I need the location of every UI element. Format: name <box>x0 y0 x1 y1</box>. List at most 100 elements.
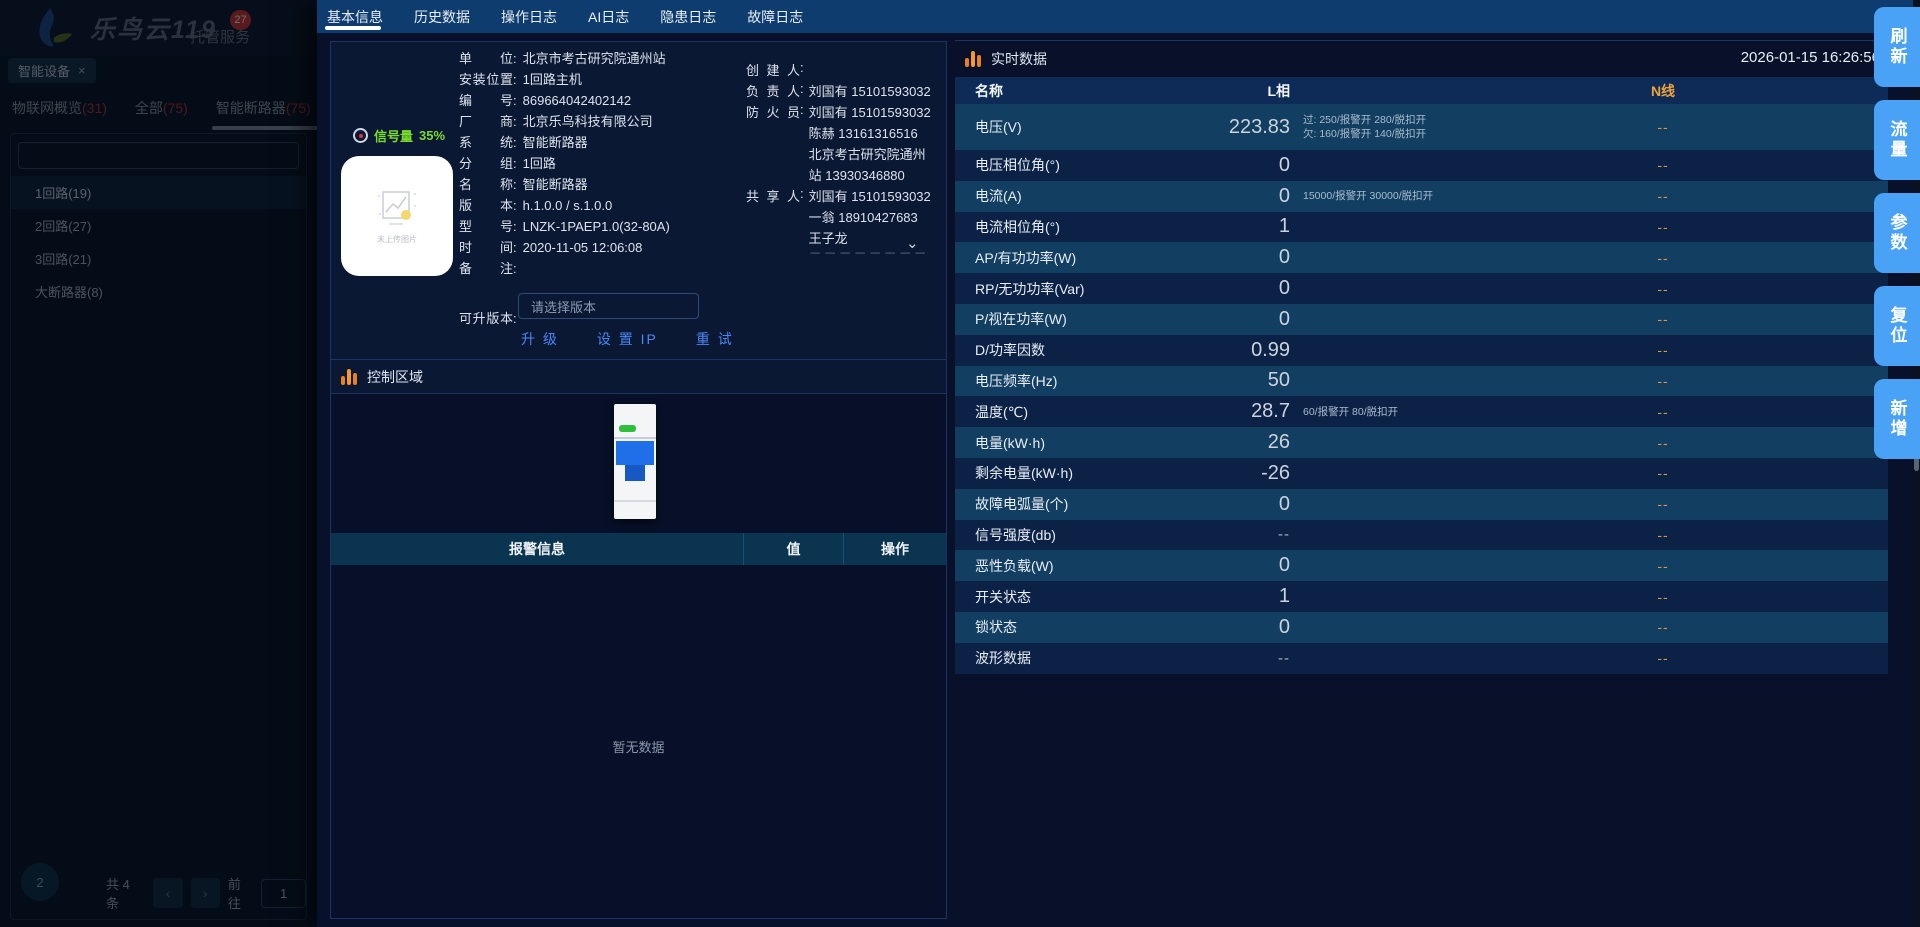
realtime-row: 电压频率(Hz)50-- <box>955 366 1888 397</box>
device-field-row: 型号:LNZK-1PAEP1.0(32-80A) <box>459 216 739 237</box>
side-button-复位[interactable]: 复位 <box>1874 286 1920 366</box>
breaker-switch-image[interactable] <box>614 404 656 519</box>
side-button-流量[interactable]: 流量 <box>1874 100 1920 180</box>
metric-value-l: 26 <box>1195 431 1290 454</box>
signal-label: 信号量 <box>374 126 413 145</box>
breaker-handle <box>616 441 654 465</box>
person-label: 共享人 <box>746 186 800 259</box>
metric-value-n: -- <box>1513 619 1813 635</box>
realtime-row: AP/有功功率(W)0-- <box>955 242 1888 273</box>
realtime-row: 锁状态0-- <box>955 612 1888 643</box>
person-lines: 刘国有 15101593032陈赫 13161316516北京考古研究院通州站 … <box>809 102 933 186</box>
realtime-row: 开关状态1-- <box>955 581 1888 612</box>
side-button-参数[interactable]: 参数 <box>1874 193 1920 273</box>
people-column: 创建人: 负责人:刘国有 15101593032防火员:刘国有 15101593… <box>746 60 946 259</box>
field-value: 智能断路器 <box>523 132 588 153</box>
field-label: 型号 <box>459 216 513 237</box>
action-link-button[interactable]: 重 试 <box>696 329 734 349</box>
metric-thresholds: 60/报警开 80/脱扣开 <box>1290 405 1513 419</box>
realtime-timestamp: 2026-01-15 16:26:56 <box>1741 49 1880 66</box>
drawer-tab-隐患日志[interactable]: 隐患日志 <box>658 0 718 33</box>
drawer-tab-历史数据[interactable]: 历史数据 <box>412 0 472 33</box>
field-value: 智能断路器 <box>523 174 588 195</box>
realtime-column-headers: 名称 L相 N线 <box>955 77 1888 104</box>
metric-value-l: 0.99 <box>1195 339 1290 362</box>
metric-name: 恶性负载(W) <box>955 556 1195 576</box>
metric-value-l: 1 <box>1195 585 1290 608</box>
metric-name: 波形数据 <box>955 648 1195 668</box>
side-button-label: 刷新 <box>1890 27 1908 67</box>
drawer-tab-操作日志[interactable]: 操作日志 <box>499 0 559 33</box>
metric-value-l: 0 <box>1195 185 1290 208</box>
metric-value-l: 28.7 <box>1195 400 1290 423</box>
metric-value-l: 0 <box>1195 493 1290 516</box>
control-section-title: 控制区域 <box>367 367 423 387</box>
drawer-tab-故障日志[interactable]: 故障日志 <box>745 0 805 33</box>
version-select[interactable]: 请选择版本 <box>518 293 699 319</box>
realtime-row: RP/无功功率(Var)0-- <box>955 273 1888 304</box>
threshold-line: 过: 250/报警开 280/脱扣开 <box>1303 113 1513 127</box>
side-button-label: 参数 <box>1890 213 1908 253</box>
device-fields: 单位:北京市考古研究院通州站安装位置:1回路主机编号:8696640424021… <box>459 48 739 279</box>
drawer-tab-AI日志[interactable]: AI日志 <box>586 0 631 33</box>
device-field-row: 分组:1回路 <box>459 153 739 174</box>
realtime-row: 温度(℃)28.760/报警开 80/脱扣开-- <box>955 396 1888 427</box>
metric-value-l: 0 <box>1195 308 1290 331</box>
field-label: 分组 <box>459 153 513 174</box>
device-field-row: 时间:2020-11-05 12:06:08 <box>459 237 739 258</box>
threshold-line: 欠: 160/报警开 140/脱扣开 <box>1303 127 1513 141</box>
side-button-label: 新增 <box>1890 399 1908 439</box>
realtime-row: 故障电弧量(个)0-- <box>955 489 1888 520</box>
signal-strength: 信号量 35% <box>353 126 445 145</box>
metric-value-l: 0 <box>1195 154 1290 177</box>
person-lines: 刘国有 15101593032 <box>809 81 933 102</box>
field-label: 版本 <box>459 195 513 216</box>
device-field-row: 单位:北京市考古研究院通州站 <box>459 48 739 69</box>
metric-value-n: -- <box>1513 342 1813 358</box>
person-line: 刘国有 15101593032 <box>809 102 933 123</box>
realtime-row: 恶性负载(W)0-- <box>955 550 1888 581</box>
drawer-tab-基本信息[interactable]: 基本信息 <box>325 0 385 33</box>
metric-name: 电压相位角(°) <box>955 155 1195 175</box>
side-button-刷新[interactable]: 刷新 <box>1874 7 1920 87</box>
person-lines <box>809 60 933 81</box>
field-value: h.1.0.0 / s.1.0.0 <box>523 195 613 216</box>
field-value: 1回路主机 <box>523 69 582 90</box>
action-link-button[interactable]: 设 置 IP <box>597 329 658 349</box>
realtime-row: 波形数据---- <box>955 643 1888 674</box>
metric-value-l: 0 <box>1195 616 1290 639</box>
metric-name: 温度(℃) <box>955 402 1195 422</box>
device-field-row: 安装位置:1回路主机 <box>459 69 739 90</box>
metric-value-n: -- <box>1513 373 1813 389</box>
action-link-button[interactable]: 升 级 <box>521 329 559 349</box>
metric-thresholds: 15000/报警开 30000/脱扣开 <box>1290 189 1513 203</box>
person-label: 防火员 <box>746 102 800 186</box>
side-button-label: 流量 <box>1890 120 1908 160</box>
realtime-row: 电压相位角(°)0-- <box>955 150 1888 181</box>
metric-value-l: 50 <box>1195 369 1290 392</box>
version-select-placeholder: 请选择版本 <box>531 297 596 316</box>
metric-value-l: -26 <box>1195 462 1290 485</box>
device-info-card: 信号量 35% 未上传图片 单位:北京市考古研究院通州站安装位置:1回路主机编号… <box>330 41 947 919</box>
metric-name: RP/无功功率(Var) <box>955 279 1195 299</box>
metric-name: 电压(V) <box>955 117 1195 137</box>
person-row: 防火员:刘国有 15101593032陈赫 13161316516北京考古研究院… <box>746 102 946 186</box>
alarm-header-cell: 报警信息 <box>331 533 744 565</box>
metric-name: AP/有功功率(W) <box>955 248 1195 268</box>
metric-value-n: -- <box>1513 119 1813 135</box>
side-button-新增[interactable]: 新增 <box>1874 379 1920 459</box>
metric-value-l: 0 <box>1195 277 1290 300</box>
alarm-table-body: 暂无数据 <box>331 565 946 918</box>
upgrade-actions: 升 级 设 置 IP 重 试 <box>521 329 734 349</box>
alarm-table-header: 报警信息值操作 <box>331 533 946 565</box>
metric-name: 故障电弧量(个) <box>955 494 1195 514</box>
section-bars-icon <box>965 51 981 67</box>
field-label: 安装位置 <box>459 69 513 90</box>
realtime-row: 电压(V)223.83过: 250/报警开 280/脱扣开欠: 160/报警开 … <box>955 104 1888 150</box>
realtime-row: 电流相位角(°)1-- <box>955 212 1888 243</box>
chevron-down-icon[interactable]: ⌄ <box>906 234 922 250</box>
metric-name: 信号强度(db) <box>955 525 1195 545</box>
metric-value-l: 0 <box>1195 246 1290 269</box>
person-row: 负责人:刘国有 15101593032 <box>746 81 946 102</box>
realtime-row: 信号强度(db)---- <box>955 520 1888 551</box>
